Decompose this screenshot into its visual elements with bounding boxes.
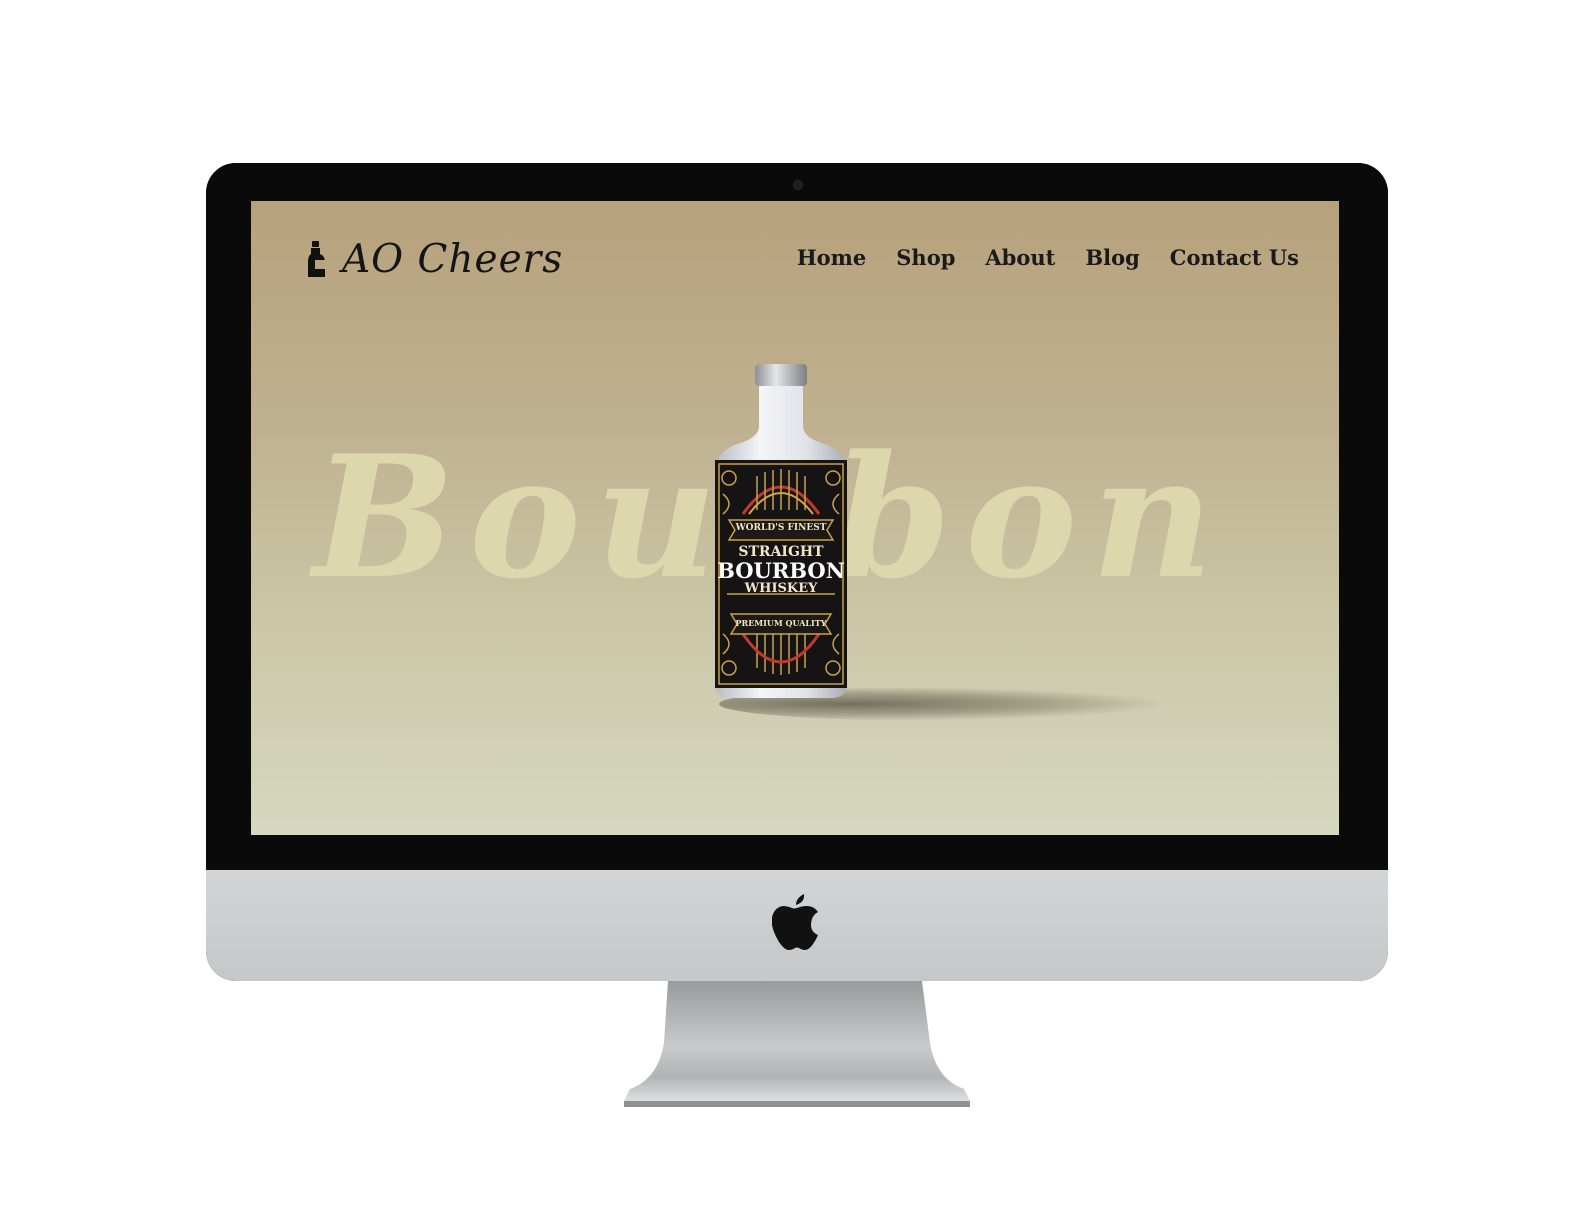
nav-blog[interactable]: Blog [1085, 245, 1139, 270]
label-bottom-text: PREMIUM QUALITY [735, 618, 827, 628]
apple-logo-icon [772, 894, 818, 950]
imac-monitor: AO Cheers Home Shop About Blog Contact U… [206, 163, 1388, 981]
brand-logo[interactable]: AO Cheers [306, 237, 563, 282]
nav-about[interactable]: About [985, 245, 1055, 270]
label-top-text: WORLD'S FINEST [735, 523, 827, 533]
camera-icon [793, 180, 803, 190]
brand-name: AO Cheers [342, 237, 564, 282]
bottle-icon [308, 240, 325, 277]
site-header: AO Cheers Home Shop About Blog Contact U… [251, 201, 1339, 321]
website-screen: AO Cheers Home Shop About Blog Contact U… [251, 201, 1339, 835]
nav-home[interactable]: Home [797, 245, 866, 270]
monitor-chin [206, 870, 1388, 981]
desktop-mockup: AO Cheers Home Shop About Blog Contact U… [0, 0, 1576, 1216]
label-line3-text: WHISKEY [744, 581, 818, 596]
main-nav: Home Shop About Blog Contact Us [797, 245, 1299, 270]
bourbon-bottle-image: WORLD'S FINEST STRAIGHT BOURBON WHISKEY … [713, 364, 849, 700]
nav-shop[interactable]: Shop [896, 245, 955, 270]
monitor-stand [624, 981, 970, 1107]
label-line2-text: BOURBON [717, 558, 845, 583]
nav-contact-us[interactable]: Contact Us [1170, 245, 1299, 270]
